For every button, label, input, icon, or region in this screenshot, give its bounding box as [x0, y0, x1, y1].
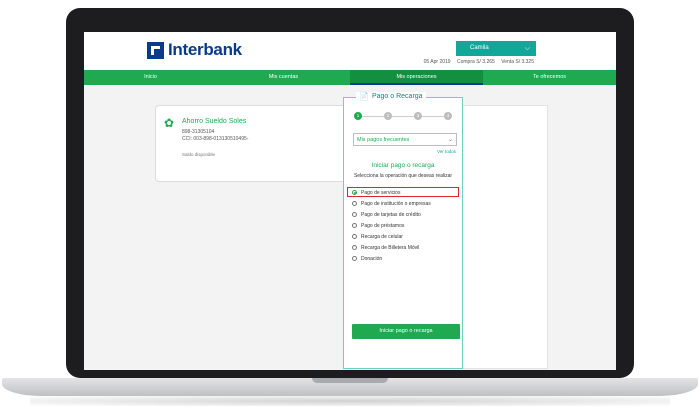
nav-mis-operaciones[interactable]: Mis operaciones	[350, 70, 483, 85]
start-payment-button[interactable]: Iniciar pago o recarga	[352, 324, 460, 339]
step-2: 2	[384, 112, 392, 120]
select-value: Mis pagos frecuentes	[357, 137, 410, 143]
radio-selected-icon[interactable]	[352, 190, 357, 195]
section-subtitle: Selecciona la operación que deseas reali…	[353, 173, 453, 179]
interbank-logo-icon	[147, 41, 164, 59]
radio-icon[interactable]	[352, 256, 357, 261]
laptop-notch	[312, 378, 388, 383]
payment-panel: 📄 Pago o Recarga 1 2 3 4 Mis pagos frecu…	[343, 92, 463, 369]
option-label: Recarga de Billetera Móvil	[361, 244, 420, 251]
radio-icon[interactable]	[352, 212, 357, 217]
main-nav: Inicio Mis cuentas Mis operaciones Te of…	[84, 70, 616, 85]
panel-title-text: Pago o Recarga	[371, 93, 423, 100]
step-3: 3	[414, 112, 422, 120]
option-donacion[interactable]: Donación	[352, 254, 382, 263]
rate-sell: Venta S/ 3.325	[501, 59, 534, 65]
chevron-down-icon: ⌵	[524, 45, 530, 52]
option-pago-servicios[interactable]: Pago de servicios	[352, 188, 400, 197]
nav-mis-cuentas[interactable]: Mis cuentas	[217, 70, 350, 85]
option-label: Donación	[361, 255, 383, 262]
laptop-screen: Interbank Camila ⌵ 05 Apr 2019 Compra S/…	[84, 32, 616, 370]
main-content: ✿ Ahorro Sueldo Soles 898-31305104 CCI: …	[84, 85, 616, 370]
radio-icon[interactable]	[352, 245, 357, 250]
option-pago-prestamos[interactable]: Pago de préstamos	[352, 221, 404, 230]
frequent-payments-select[interactable]: Mis pagos frecuentes ⌄	[353, 133, 457, 146]
rate-buy: Compra S/ 3.265	[456, 59, 495, 65]
option-recarga-celular[interactable]: Recarga de celular	[352, 232, 403, 241]
laptop-shadow	[30, 396, 670, 406]
site-header: Interbank Camila ⌵ 05 Apr 2019 Compra S/…	[84, 32, 616, 70]
ver-todos-link[interactable]: Ver todos	[437, 149, 456, 154]
user-menu-button[interactable]: Camila ⌵	[456, 41, 536, 56]
step-4: 4	[444, 112, 452, 120]
option-pago-tarjetas[interactable]: Pago de tarjetas de crédito	[352, 210, 421, 219]
radio-icon[interactable]	[352, 201, 357, 206]
stepper-line	[358, 115, 448, 117]
account-name[interactable]: Ahorro Sueldo Soles	[182, 118, 246, 125]
document-icon: 📄	[359, 92, 369, 101]
nav-inicio[interactable]: Inicio	[84, 70, 217, 85]
exchange-rates: 05 Apr 2019 Compra S/ 3.265 Venta S/ 3.3…	[419, 59, 534, 65]
option-label: Pago de institución o empresas	[361, 200, 431, 207]
option-label: Pago de servicios	[361, 189, 401, 196]
radio-icon[interactable]	[352, 234, 357, 239]
user-name: Camila	[470, 45, 489, 51]
step-1: 1	[354, 112, 362, 120]
rate-date: 05 Apr 2019	[423, 59, 451, 65]
nav-te-ofrecemos[interactable]: Te ofrecemos	[483, 70, 616, 85]
logo-text: Interbank	[168, 40, 242, 59]
option-pago-institucion[interactable]: Pago de institución o empresas	[352, 199, 431, 208]
option-recarga-billetera[interactable]: Recarga de Billetera Móvil	[352, 243, 419, 252]
account-cci: CCI: 003-898-013130510495-	[182, 136, 249, 142]
option-label: Recarga de celular	[361, 233, 403, 240]
account-card: ✿ Ahorro Sueldo Soles 898-31305104 CCI: …	[155, 105, 357, 182]
saldo-label: Saldo disponible	[182, 152, 216, 157]
section-title: Iniciar pago o recarga	[371, 162, 435, 169]
piggy-bank-icon: ✿	[164, 116, 175, 130]
chevron-down-icon: ⌄	[447, 137, 453, 143]
option-label: Pago de préstamos	[361, 222, 405, 229]
option-label: Pago de tarjetas de crédito	[361, 211, 421, 218]
stepper: 1 2 3 4	[354, 112, 452, 120]
radio-icon[interactable]	[352, 223, 357, 228]
panel-title: 📄 Pago o Recarga	[356, 92, 426, 101]
interbank-logo[interactable]: Interbank	[147, 40, 242, 60]
account-number: 898-31305104	[182, 129, 215, 135]
